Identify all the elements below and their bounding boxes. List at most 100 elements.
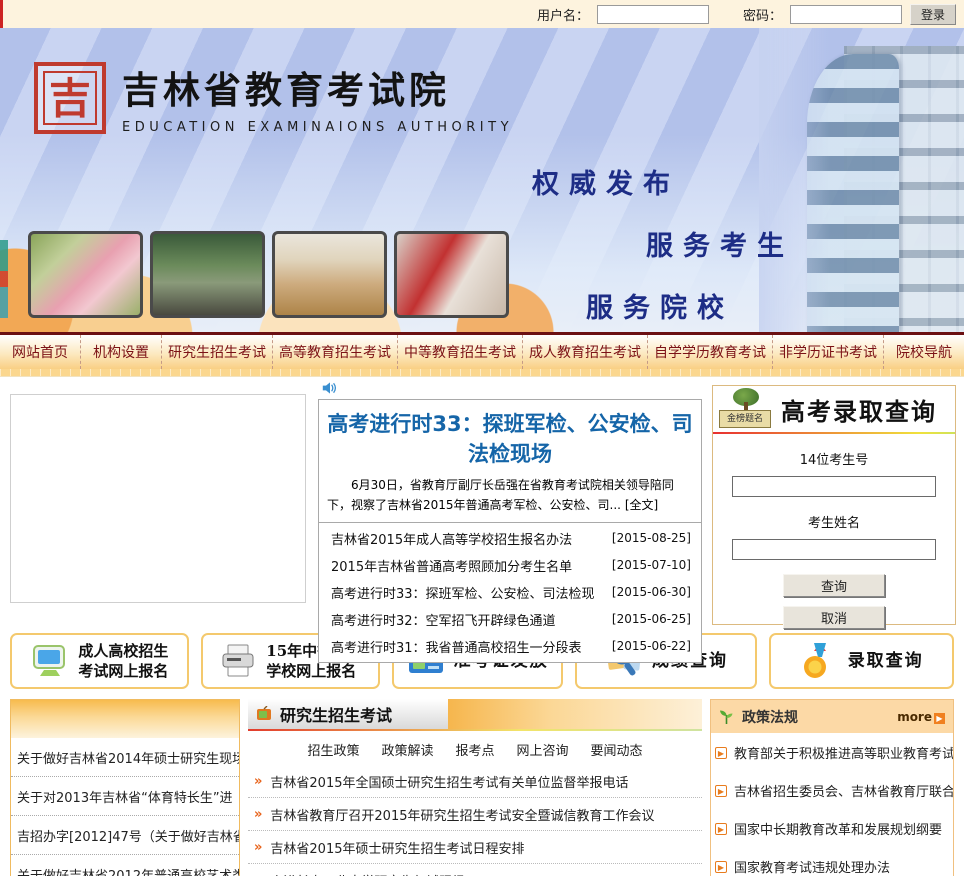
notice-link[interactable]: 吉招办字[2012]47号（关于做好吉林省 xyxy=(11,816,239,855)
notice-panel: 关于做好吉林省2014年硕士研究生现场 关于对2013年吉林省“体育特长生”进 … xyxy=(10,699,240,876)
notice-link[interactable]: 关于对2013年吉林省“体育特长生”进 xyxy=(11,777,239,816)
news-date: [2015-06-25] xyxy=(611,612,691,627)
full-text-link[interactable]: [全文] xyxy=(625,498,658,512)
news-list-item[interactable]: 高考进行时31：我省普通高校招生一分段表 [2015-06-22] xyxy=(319,633,701,660)
query-panel-body: 14位考生号 考生姓名 查询 取消 xyxy=(713,449,955,629)
page: 用户名： 密码： 登录 吉 吉林省教育考试院 EDUCATION EXAMINA… xyxy=(0,0,964,876)
content-row-bottom: 关于做好吉林省2014年硕士研究生现场 关于对2013年吉林省“体育特长生”进 … xyxy=(10,699,954,876)
tab-enrollment-policy[interactable]: 招生政策 xyxy=(307,740,359,759)
graduate-exam-panel-title: 研究生招生考试 xyxy=(280,706,393,725)
graduate-news-link[interactable]: » 吉林省教育厅召开2015年研究生招生考试安全暨诚信教育工作会议 xyxy=(248,798,702,831)
news-date: [2015-07-10] xyxy=(611,558,691,573)
username-input[interactable] xyxy=(596,4,709,24)
nav-item-non-degree-exam[interactable]: 非学历证书考试 xyxy=(773,335,884,369)
content-row-top: 高考进行时33：探班军检、公安检、司法检现场 6月30日，省教育厅副厅长岳强在省… xyxy=(0,377,964,663)
policy-link[interactable]: ▶ 教育部关于积极推进高等职业教育考试 xyxy=(711,733,953,771)
arrow-bullet-icon: » xyxy=(254,807,263,822)
news-list-item[interactable]: 高考进行时32：空军招飞开辟绿色通道 [2015-06-25] xyxy=(319,606,701,633)
nav-item-home[interactable]: 网站首页 xyxy=(0,335,81,369)
news-headline[interactable]: 高考进行时33：探班军检、公安检、司法检现场 xyxy=(327,408,693,468)
graduate-news-link[interactable]: » 吉林省2015年全国硕士研究生招生考试有关单位监督举报电话 xyxy=(248,765,702,798)
policy-panel-title: 政策法规 xyxy=(742,709,798,726)
news-list-item[interactable]: 2015年吉林省普通高考照顾加分考生名单 [2015-07-10] xyxy=(319,552,701,579)
notice-panel-header xyxy=(11,700,239,738)
main-navigation: 网站首页 机构设置 研究生招生考试 高等教育招生考试 中等教育招生考试 成人教育… xyxy=(0,332,964,369)
graduate-news-link[interactable]: » 吉林省2015年硕士研究生招生考试日程安排 xyxy=(248,831,702,864)
nav-item-secondary-edu-exam[interactable]: 中等教育招生考试 xyxy=(398,335,523,369)
graduate-news-link[interactable]: » 走进长春工业大学研究生复试现场 xyxy=(248,864,702,876)
query-panel-divider xyxy=(713,432,955,434)
query-submit-button[interactable]: 查询 xyxy=(783,574,885,597)
boxed-arrow-bullet-icon: ▶ xyxy=(715,860,727,873)
nav-item-organization[interactable]: 机构设置 xyxy=(81,335,162,369)
notice-link[interactable]: 关于做好吉林省2014年硕士研究生现场 xyxy=(11,738,239,777)
nav-item-self-study-exam[interactable]: 自学学历教育考试 xyxy=(648,335,773,369)
news-column: 高考进行时33：探班军检、公安检、司法检现场 6月30日，省教育厅副厅长岳强在省… xyxy=(318,399,702,663)
news-date: [2015-08-25] xyxy=(611,531,691,546)
main-content: 高考进行时33：探班军检、公安检、司法检现场 6月30日，省教育厅副厅长岳强在省… xyxy=(0,377,964,876)
site-title: 吉林省教育考试院 xyxy=(122,68,450,112)
shortcut-label: 成人高校招生 考试网上报名 xyxy=(78,641,169,680)
site-subtitle: EDUCATION EXAMINAIONS AUTHORITY xyxy=(122,120,514,135)
graduate-exam-panel-header: 研究生招生考试 xyxy=(248,699,702,729)
banner-photo-1 xyxy=(28,231,143,318)
candidate-number-input[interactable] xyxy=(732,476,936,497)
top-login-bar: 用户名： 密码： 登录 xyxy=(0,0,964,28)
arrow-bullet-icon: » xyxy=(254,774,263,789)
slogan-1: 权威发布 xyxy=(532,169,680,200)
slideshow-placeholder[interactable] xyxy=(10,394,306,603)
policy-link[interactable]: ▶ 国家中长期教育改革和发展规划纲要 xyxy=(711,809,953,847)
news-list-item[interactable]: 高考进行时33：探班军检、公安检、司法检现 [2015-06-30] xyxy=(319,579,701,606)
tv-icon xyxy=(257,706,271,720)
tab-online-consultation[interactable]: 网上咨询 xyxy=(517,740,569,759)
tab-policy-interpretation[interactable]: 政策解读 xyxy=(381,740,433,759)
medal-icon xyxy=(803,643,826,678)
banner-photo-4 xyxy=(394,231,509,318)
news-list: 吉林省2015年成人高等学校招生报名办法 [2015-08-25] 2015年吉… xyxy=(318,522,702,663)
more-link[interactable]: more ▶ xyxy=(897,710,945,724)
news-list-item[interactable]: 吉林省2015年成人高等学校招生报名办法 [2015-08-25] xyxy=(319,525,701,552)
arrow-bullet-icon: » xyxy=(254,840,263,855)
nav-item-school-navigation[interactable]: 院校导航 xyxy=(884,335,964,369)
candidate-name-input[interactable] xyxy=(732,539,936,560)
slogan-3: 服务院校 xyxy=(586,293,734,324)
password-label: 密码： xyxy=(742,8,782,24)
candidate-name-label: 考生姓名 xyxy=(807,516,860,531)
nav-item-graduate-exam[interactable]: 研究生招生考试 xyxy=(162,335,273,369)
notice-link[interactable]: 关于做好吉林省2012年普通高校艺术类 xyxy=(11,855,239,876)
more-arrow-icon: ▶ xyxy=(934,712,945,724)
banner-photo-2 xyxy=(150,231,265,318)
boxed-arrow-bullet-icon: ▶ xyxy=(715,746,727,759)
slogan-2: 服务考生 xyxy=(646,231,794,262)
candidate-number-label: 14位考生号 xyxy=(799,453,869,468)
seedling-icon xyxy=(720,710,733,724)
boxed-arrow-bullet-icon: ▶ xyxy=(715,822,727,835)
nav-item-adult-edu-exam[interactable]: 成人教育招生考试 xyxy=(523,335,648,369)
news-summary: 6月30日，省教育厅副厅长岳强在省教育考试院相关领导陪同下，视察了吉林省2015… xyxy=(327,478,674,512)
login-button[interactable]: 登录 xyxy=(910,3,956,25)
password-input[interactable] xyxy=(790,4,902,24)
policy-link[interactable]: ▶ 吉林省招生委员会、吉林省教育厅联合 xyxy=(711,771,953,809)
gaokao-admission-query-panel: 金榜题名 高考录取查询 14位考生号 考生姓名 查询 取消 xyxy=(712,385,956,629)
headline-box: 高考进行时33：探班军检、公安检、司法检现场 6月30日，省教育厅副厅长岳强在省… xyxy=(318,399,702,523)
news-date: [2015-06-22] xyxy=(611,639,691,654)
query-panel-header: 金榜题名 高考录取查询 xyxy=(713,386,955,432)
admission-query-button[interactable]: 录取查询 xyxy=(769,633,955,689)
adult-exam-online-signup-button[interactable]: 成人高校招生 考试网上报名 xyxy=(10,633,189,689)
building-photo xyxy=(759,28,964,332)
graduate-exam-panel: 研究生招生考试 招生政策 政策解读 报考点 网上咨询 要闻动态 » 吉林省201… xyxy=(248,699,702,876)
tab-news-updates[interactable]: 要闻动态 xyxy=(591,740,643,759)
policy-panel: 政策法规 more ▶ ▶ 教育部关于积极推进高等职业教育考试 ▶ 吉林省招生委员… xyxy=(710,699,954,876)
site-logo: 吉 吉林省教育考试院 EDUCATION EXAMINAIONS AUTHORI… xyxy=(34,60,513,135)
computer-icon xyxy=(33,645,66,676)
query-panel-title: 高考录取查询 xyxy=(781,396,937,426)
tab-registration-points[interactable]: 报考点 xyxy=(455,740,494,759)
banner-photo-3 xyxy=(272,231,387,318)
shortcut-label: 录取查询 xyxy=(847,650,924,671)
nav-item-higher-edu-exam[interactable]: 高等教育招生考试 xyxy=(273,335,398,369)
seal-icon: 吉 xyxy=(34,61,106,134)
printer-icon xyxy=(222,644,254,677)
policy-link[interactable]: ▶ 国家教育考试违规处理办法 xyxy=(711,847,953,876)
query-cancel-button[interactable]: 取消 xyxy=(783,606,885,629)
policy-panel-header: 政策法规 more ▶ xyxy=(711,700,953,733)
